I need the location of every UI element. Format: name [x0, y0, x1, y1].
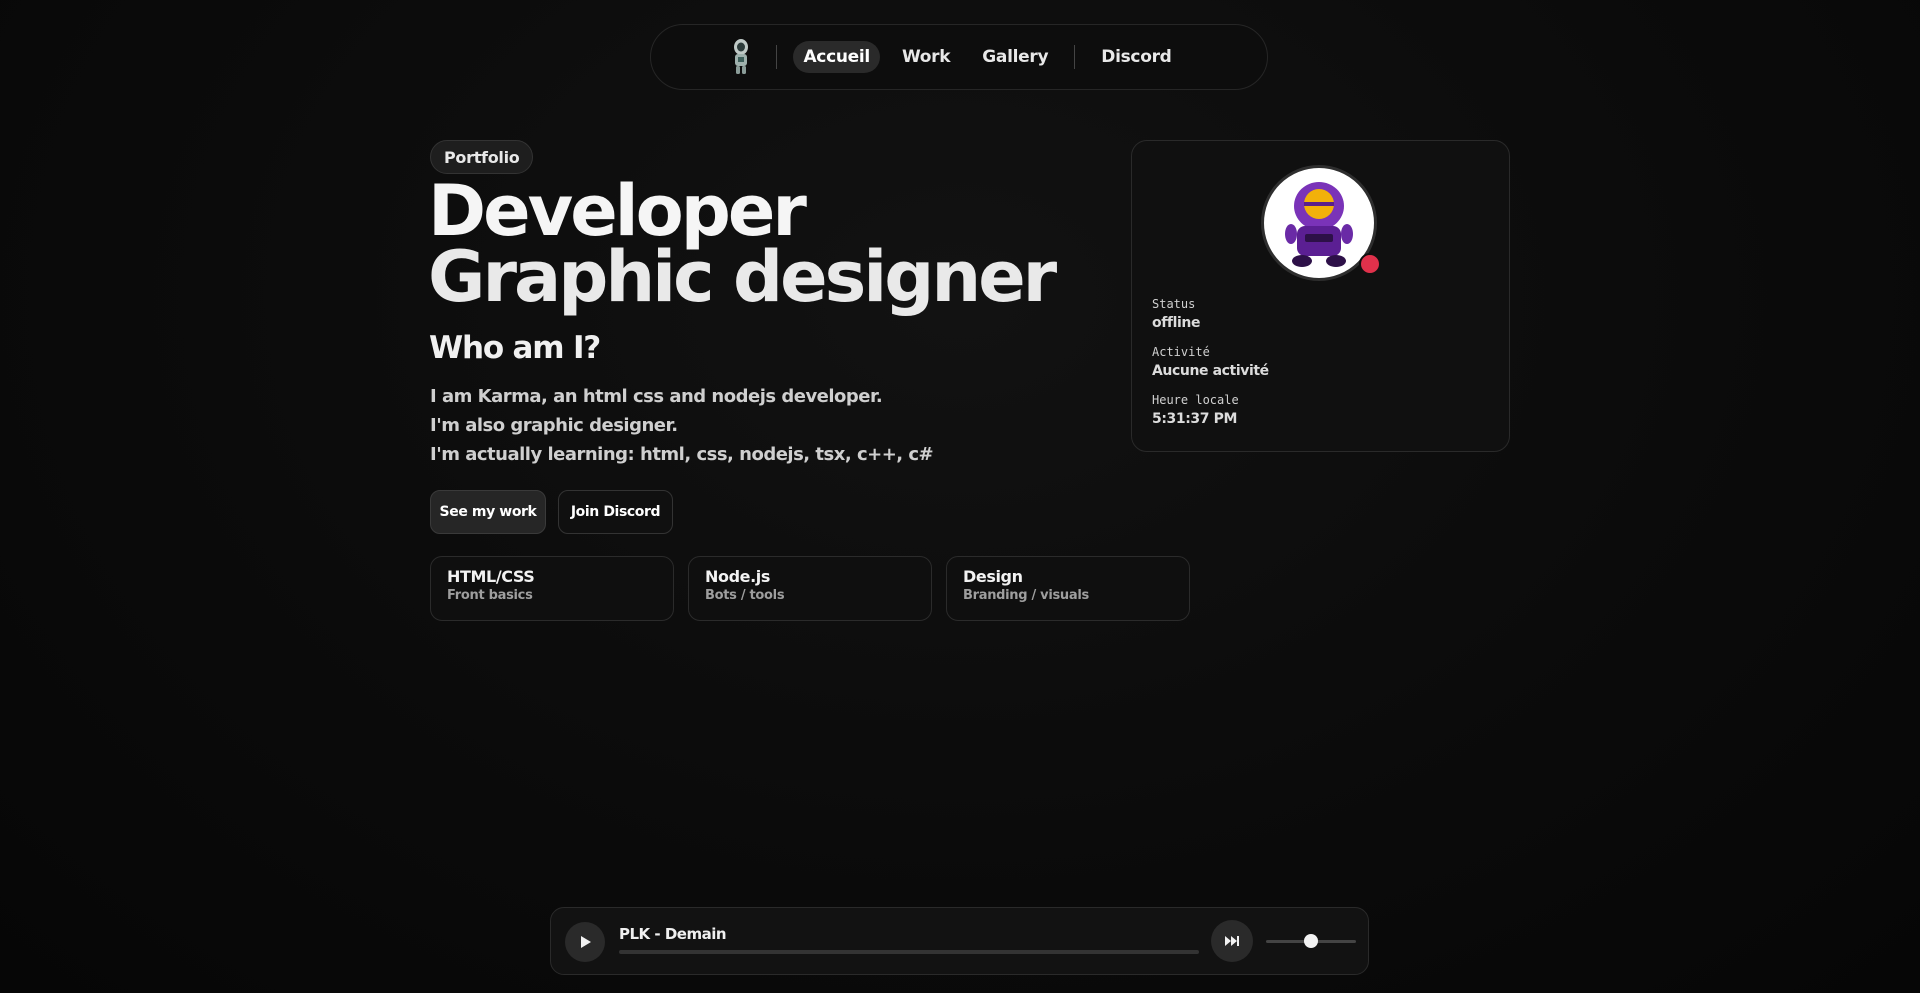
status-value: offline [1152, 315, 1201, 331]
nav-link-gallery[interactable]: Gallery [972, 41, 1058, 73]
skill-subtitle: Front basics [447, 588, 533, 603]
track-title: PLK - Demain [619, 925, 727, 943]
skill-title: Node.js [705, 567, 770, 586]
track-progress-bar[interactable] [619, 950, 1199, 954]
music-player: PLK - Demain [550, 907, 1369, 975]
astronaut-logo-icon[interactable] [730, 37, 752, 77]
play-icon [581, 936, 591, 948]
join-discord-button[interactable]: Join Discord [558, 490, 673, 534]
skill-card-design: Design Branding / visuals [946, 556, 1190, 621]
skill-card-html-css: HTML/CSS Front basics [430, 556, 674, 621]
nav-divider [1074, 45, 1076, 69]
bio-line: I am Karma, an html css and nodejs devel… [430, 386, 883, 407]
nav-divider [776, 45, 778, 69]
volume-slider-knob[interactable] [1304, 934, 1318, 948]
discord-profile-card: Status offline Activité Aucune activité … [1131, 140, 1510, 452]
activity-label: Activité [1152, 345, 1210, 359]
headline-line-graphic-designer: Graphic designer [428, 236, 1057, 318]
volume-slider[interactable] [1266, 934, 1356, 948]
bio-text: I am Karma, an html css and nodejs devel… [430, 382, 934, 469]
skill-card-nodejs: Node.js Bots / tools [688, 556, 932, 621]
bio-line: I'm also graphic designer. [430, 415, 678, 436]
who-am-i-heading: Who am I? [429, 330, 601, 366]
skill-title: Design [963, 567, 1023, 586]
skip-forward-button[interactable] [1211, 920, 1253, 962]
skill-subtitle: Branding / visuals [963, 588, 1089, 603]
see-my-work-button[interactable]: See my work [430, 490, 546, 534]
top-nav: Accueil Work Gallery Discord [650, 24, 1268, 90]
bio-line: I'm actually learning: html, css, nodejs… [430, 444, 934, 465]
skill-subtitle: Bots / tools [705, 588, 785, 603]
status-indicator-dot [1359, 253, 1381, 275]
nav-link-accueil[interactable]: Accueil [793, 41, 880, 73]
skip-forward-icon [1225, 936, 1239, 946]
nav-link-discord[interactable]: Discord [1091, 41, 1181, 73]
local-time-value: 5:31:37 PM [1152, 411, 1237, 427]
local-time-label: Heure locale [1152, 393, 1239, 407]
status-label: Status [1152, 297, 1196, 311]
play-button[interactable] [565, 922, 605, 962]
nav-link-work[interactable]: Work [892, 41, 960, 73]
activity-value: Aucune activité [1152, 363, 1269, 379]
headline-line-developer: Developer [428, 170, 807, 252]
skill-title: HTML/CSS [447, 567, 535, 586]
hero-headline: Developer Graphic designer [428, 170, 1057, 318]
portfolio-badge: Portfolio [430, 140, 534, 174]
